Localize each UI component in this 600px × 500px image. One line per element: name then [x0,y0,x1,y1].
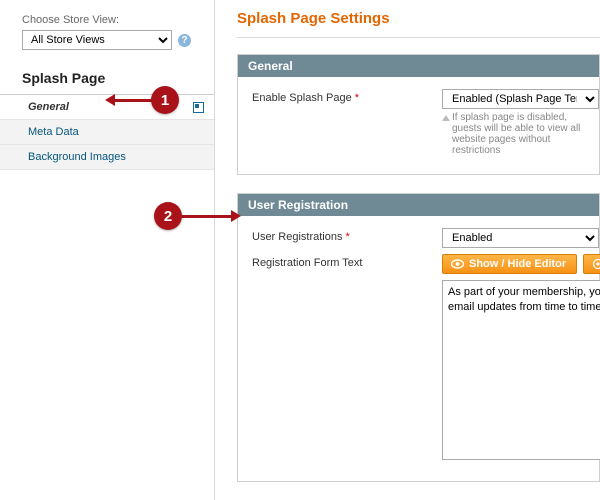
store-view-label: Choose Store View: [22,14,204,26]
registration-form-text-input[interactable] [442,280,600,460]
fieldset-user-registration: User Registration User Registrations * E… [237,193,600,482]
callout-arrow-1 [114,99,152,102]
sidebar-item-label: Meta Data [28,126,79,138]
store-view-select[interactable]: All Store Views [22,30,172,50]
sidebar-section-title: Splash Page [0,60,214,95]
enable-splash-label: Enable Splash Page * [252,89,442,104]
fieldset-heading: General [238,55,599,77]
show-hide-editor-button[interactable]: Show / Hide Editor [442,254,577,274]
sidebar: Choose Store View: All Store Views ? Spl… [0,0,215,500]
page-title: Splash Page Settings [237,10,600,38]
user-registrations-select[interactable]: Enabled [442,228,599,248]
sidebar-item-metadata[interactable]: Meta Data [0,120,214,145]
sidebar-item-background-images[interactable]: Background Images [0,145,214,170]
sidebar-item-label: Background Images [28,151,126,163]
insert-widget-button[interactable]: Insert Widget [583,254,600,274]
registration-form-text-label: Registration Form Text [252,254,442,269]
enable-splash-note: If splash page is disabled, guests will … [442,112,599,156]
scope-icon [193,102,204,113]
main-content: Splash Page Settings General Enable Spla… [215,0,600,500]
callout-badge-1: 1 [151,86,179,114]
sidebar-item-label: General [28,101,69,113]
user-registrations-label: User Registrations * [252,228,442,243]
enable-splash-select[interactable]: Enabled (Splash Page Template) [442,89,599,109]
fieldset-heading: User Registration [238,194,599,216]
callout-badge-2: 2 [154,202,182,230]
gear-icon [592,258,600,270]
help-icon[interactable]: ? [178,34,191,47]
fieldset-general: General Enable Splash Page * Enabled (Sp… [237,54,600,175]
store-view-switcher: Choose Store View: All Store Views ? [0,8,214,60]
callout-arrow-2 [182,215,232,218]
eye-icon [451,259,464,269]
